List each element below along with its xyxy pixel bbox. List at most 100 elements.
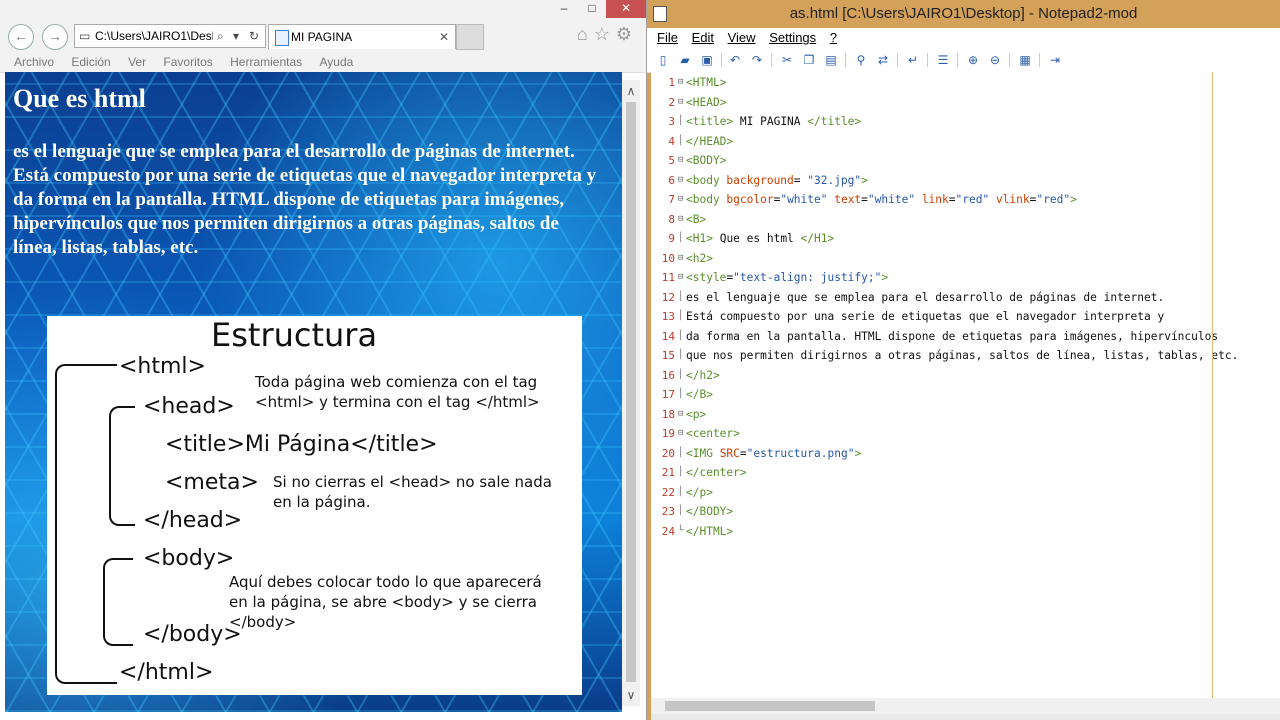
line-number: 13 (661, 310, 675, 323)
new-file-icon[interactable]: ▯ (655, 52, 671, 68)
line-number: 2 (668, 95, 675, 109)
html-close-tag: </html> (119, 660, 214, 685)
tab-close-icon[interactable]: ✕ (439, 25, 449, 49)
line-number: 11 (661, 271, 675, 284)
toolbar-separator (721, 53, 722, 67)
zoom-out-icon[interactable]: ⊖ (987, 52, 1003, 68)
redo-icon[interactable]: ↷ (749, 52, 765, 68)
head-bracket (109, 406, 135, 526)
save-icon[interactable]: ▣ (699, 52, 715, 68)
new-tab-button[interactable] (456, 24, 484, 50)
word-wrap-icon[interactable]: ↵ (905, 52, 921, 68)
fold-toggle-icon[interactable]: ⊟ (678, 156, 684, 165)
close-icon[interactable]: ✕ (606, 0, 646, 18)
settings-icon[interactable]: ▦ (1017, 52, 1033, 68)
line-number: 7 (668, 193, 675, 206)
browser-menu-bar: Archivo Edición Ver Favoritos Herramient… (0, 52, 646, 73)
fold-toggle-icon[interactable]: ⊟ (678, 97, 684, 106)
menu-ayuda[interactable]: Ayuda (320, 52, 354, 72)
body-close-tag: </body> (143, 622, 242, 647)
fold-line-icon: │ (678, 369, 684, 380)
menu-edicion[interactable]: Edición (71, 52, 110, 72)
zoom-in-icon[interactable]: ⊕ (965, 52, 981, 68)
menu-view[interactable]: View (728, 28, 756, 48)
refresh-icon[interactable]: ↻ (249, 25, 259, 47)
code-line: <h2> (686, 251, 713, 265)
fold-toggle-icon[interactable]: ⊟ (678, 175, 684, 184)
code-line: <B> (686, 212, 707, 226)
fold-toggle-icon[interactable]: ⊟ (678, 273, 684, 282)
paste-icon[interactable]: ▤ (823, 52, 839, 68)
scroll-up-icon[interactable]: ∧ (622, 84, 640, 98)
menu-herramientas[interactable]: Herramientas (230, 52, 302, 72)
line-number: 22 (661, 485, 675, 499)
code-line: </h2> (686, 368, 720, 382)
line-number: 9 (668, 232, 675, 245)
gear-icon[interactable]: ⚙ (616, 24, 638, 44)
horizontal-scrollbar[interactable] (651, 698, 1280, 714)
line-numbers-icon[interactable]: ☰ (935, 52, 951, 68)
find-icon[interactable]: ⚲ (853, 52, 869, 68)
line-number: 4 (668, 134, 675, 148)
menu-edit[interactable]: Edit (692, 28, 714, 48)
menu-favoritos[interactable]: Favoritos (163, 52, 212, 72)
back-button[interactable]: ← (8, 24, 34, 50)
undo-icon[interactable]: ↶ (727, 52, 743, 68)
address-bar[interactable]: ▭ C:\Users\JAIRO1\Desktop ⌕ ▾ ↻ (74, 24, 266, 48)
code-line: <body background= "32.jpg"> (686, 173, 868, 187)
line-number: 12 (661, 290, 675, 304)
code-editor[interactable]: 1 ⊟ <HTML> 2 ⊟ <HEAD> 3 │ <title> MI PAGINA </ti… (651, 72, 1280, 698)
page-heading: Que es html (13, 84, 146, 113)
fold-toggle-icon[interactable]: ⊟ (678, 253, 684, 262)
fold-line-icon: │ (678, 447, 684, 458)
code-line: <style="text-align: justify;"> (686, 271, 889, 284)
forward-button[interactable]: → (42, 24, 68, 50)
fold-line-icon: │ (678, 233, 684, 243)
vertical-scrollbar[interactable]: ∧ ∨ (622, 80, 640, 706)
browser-tab[interactable]: MI PAGINA ✕ (268, 24, 456, 49)
replace-icon[interactable]: ⇄ (875, 52, 891, 68)
dropdown-icon[interactable]: ▾ (233, 25, 239, 47)
toolbar-separator (957, 53, 958, 67)
open-folder-icon[interactable]: ▰ (677, 52, 693, 68)
code-line: </B> (686, 388, 713, 401)
body-open-tag: <body> (143, 546, 235, 571)
scroll-down-icon[interactable]: ∨ (622, 688, 640, 702)
menu-settings[interactable]: Settings (769, 28, 816, 48)
fold-toggle-icon[interactable]: ⊟ (678, 78, 684, 87)
editor-title: as.html [C:\Users\JAIRO1\Desktop] - Note… (789, 5, 1138, 22)
minimize-icon[interactable]: – (550, 0, 578, 18)
menu-help[interactable]: ? (830, 28, 837, 48)
menu-file[interactable]: File (657, 28, 678, 48)
search-icon[interactable]: ⌕ (217, 25, 224, 47)
head-open-tag: <head> (143, 394, 235, 419)
line-number: 20 (661, 446, 675, 460)
scroll-thumb[interactable] (626, 102, 636, 682)
fold-toggle-icon[interactable]: ⊟ (678, 195, 684, 204)
maximize-icon[interactable]: □ (578, 0, 606, 18)
exit-icon[interactable]: ⇥ (1047, 52, 1063, 68)
page-content: Que es html es el lenguaje que se emplea… (5, 72, 622, 712)
code-line: </center> (686, 466, 747, 479)
fold-line-icon: │ (678, 486, 684, 497)
menu-ver[interactable]: Ver (128, 52, 146, 72)
fold-toggle-icon[interactable]: ⊟ (678, 429, 684, 438)
address-text: C:\Users\JAIRO1\Desktop (95, 29, 213, 43)
diagram-title: Estructura (211, 316, 378, 354)
copy-icon[interactable]: ❐ (801, 52, 817, 68)
fold-toggle-icon[interactable]: ⊟ (678, 214, 684, 223)
browser-window: – □ ✕ ← → ▭ C:\Users\JAIRO1\Desktop ⌕ ▾ … (0, 0, 647, 720)
fold-line-icon: │ (678, 311, 684, 321)
home-icon[interactable]: ⌂ (577, 24, 594, 44)
line-number: 18 (661, 407, 675, 421)
editor-window: as.html [C:\Users\JAIRO1\Desktop] - Note… (647, 0, 1280, 720)
browser-tools: ⌂☆⚙ (577, 24, 638, 45)
code-line: </p> (686, 485, 713, 499)
horizontal-scroll-thumb[interactable] (665, 701, 875, 711)
toolbar-separator (845, 53, 846, 67)
fold-toggle-icon[interactable]: ⊟ (678, 409, 684, 418)
code-line: </HEAD> (686, 134, 734, 148)
cut-icon[interactable]: ✂ (779, 52, 795, 68)
menu-archivo[interactable]: Archivo (14, 52, 54, 72)
favorites-star-icon[interactable]: ☆ (594, 24, 616, 44)
